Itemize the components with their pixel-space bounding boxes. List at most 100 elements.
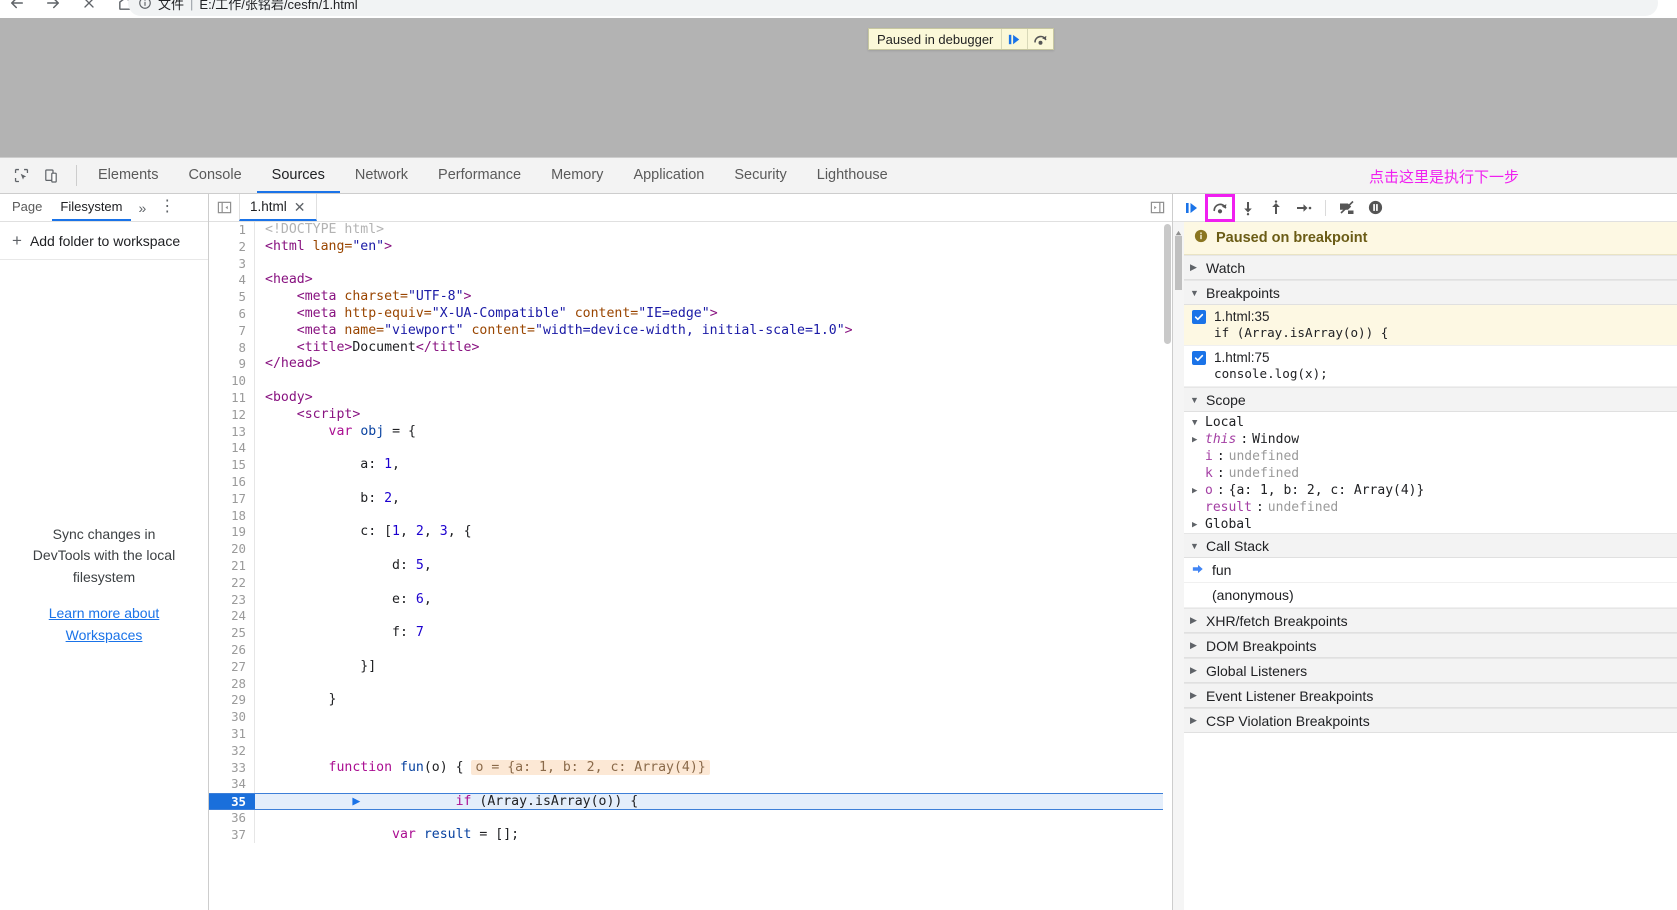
line-content[interactable]	[255, 541, 1163, 558]
line-content[interactable]: function fun(o) { o = {a: 1, b: 2, c: Ar…	[255, 759, 1163, 777]
line-number[interactable]: 15	[209, 457, 255, 474]
resume-script-execution-button[interactable]	[1179, 196, 1205, 220]
section-watch[interactable]: ▶ Watch	[1184, 255, 1677, 280]
line-number[interactable]: 20	[209, 541, 255, 558]
tab-security[interactable]: Security	[719, 158, 801, 193]
line-content[interactable]: ▶ if (Array.isArray(o)) {	[255, 794, 1163, 809]
learn-more-line1[interactable]: Learn more about	[49, 605, 160, 621]
editor-scrollbar-thumb[interactable]	[1164, 224, 1171, 344]
line-number[interactable]: 33	[209, 759, 255, 777]
line-content[interactable]	[255, 474, 1163, 491]
line-number[interactable]: 26	[209, 641, 255, 659]
code-line[interactable]: 11 <body>	[209, 389, 1163, 407]
line-number[interactable]: 31	[209, 725, 255, 743]
code-line[interactable]: 24	[209, 608, 1163, 626]
line-content[interactable]: }	[255, 692, 1163, 709]
code-lines[interactable]: 1 <!DOCTYPE html> 2 <html lang="en"> 3 4 <head…	[209, 222, 1163, 910]
breakpoint-item[interactable]: 1.html:35 if (Array.isArray(o)) {	[1184, 305, 1677, 346]
chevron-right-icon[interactable]: ▶	[1192, 486, 1201, 496]
line-content[interactable]	[255, 810, 1163, 827]
line-content[interactable]: c: [1, 2, 3, {	[255, 524, 1163, 541]
line-content[interactable]	[255, 373, 1163, 390]
line-number[interactable]: 11	[209, 389, 255, 407]
code-line[interactable]: 26	[209, 641, 1163, 659]
code-line[interactable]: 6 <meta http-equiv="X-UA-Compatible" con…	[209, 305, 1163, 323]
scope-variable-row[interactable]: k: undefined	[1184, 465, 1677, 482]
line-number[interactable]: 19	[209, 524, 255, 542]
section-xhr-fetch-breakpoints[interactable]: ▶ XHR/fetch Breakpoints	[1184, 608, 1677, 633]
code-line[interactable]: 1 <!DOCTYPE html>	[209, 222, 1163, 239]
code-line[interactable]: 5 <meta charset="UTF-8">	[209, 289, 1163, 306]
line-number[interactable]: 17	[209, 490, 255, 508]
navigator-tab-filesystem[interactable]: Filesystem	[52, 195, 131, 221]
forward-icon[interactable]	[42, 0, 64, 14]
navigator-tab-page[interactable]: Page	[4, 195, 50, 221]
stop-icon[interactable]	[78, 0, 100, 14]
code-line[interactable]: 23 e: 6,	[209, 591, 1163, 609]
line-content[interactable]	[255, 776, 1163, 793]
scope-global-group[interactable]: ▶ Global	[1184, 516, 1677, 533]
tab-memory[interactable]: Memory	[536, 158, 618, 193]
device-toolbar-icon[interactable]	[38, 163, 64, 189]
line-number[interactable]: 25	[209, 625, 255, 642]
line-content[interactable]: <body>	[255, 390, 1163, 407]
code-line[interactable]: 34	[209, 776, 1163, 794]
code-line[interactable]: 20	[209, 541, 1163, 558]
section-scope[interactable]: ▼ Scope	[1184, 387, 1677, 412]
code-editor[interactable]: 1 <!DOCTYPE html> 2 <html lang="en"> 3 4 <head…	[209, 222, 1172, 910]
line-number[interactable]: 6	[209, 305, 255, 323]
more-options-icon[interactable]: ⋮	[153, 199, 181, 215]
line-content[interactable]	[255, 709, 1163, 726]
close-icon[interactable]: ✕	[294, 200, 306, 214]
line-number[interactable]: 2	[209, 238, 255, 256]
scope-variable-row[interactable]: i: undefined	[1184, 448, 1677, 465]
code-line[interactable]: 8 <title>Document</title>	[209, 339, 1163, 357]
chevron-double-right-icon[interactable]: »	[133, 200, 152, 216]
line-content[interactable]: a: 1,	[255, 457, 1163, 474]
line-content[interactable]	[255, 743, 1163, 760]
line-content[interactable]: var result = [];	[255, 827, 1163, 844]
scope-variable-row[interactable]: ▶ this: Window	[1184, 431, 1677, 448]
section-global-listeners[interactable]: ▶ Global Listeners	[1184, 658, 1677, 683]
line-content[interactable]	[255, 726, 1163, 743]
line-number[interactable]: 5	[209, 289, 255, 306]
step-out-of-current-function-button[interactable]	[1263, 196, 1289, 220]
line-number[interactable]: 34	[209, 776, 255, 794]
code-line[interactable]: 29 }	[209, 692, 1163, 710]
line-number[interactable]: 16	[209, 473, 255, 491]
line-number[interactable]: 27	[209, 658, 255, 676]
code-line[interactable]: 37 var result = [];	[209, 826, 1163, 844]
line-content[interactable]	[255, 508, 1163, 525]
add-folder-to-workspace-button[interactable]: + Add folder to workspace	[0, 222, 208, 260]
back-icon[interactable]	[6, 0, 28, 14]
line-content[interactable]	[255, 676, 1163, 693]
step-button[interactable]	[1291, 196, 1317, 220]
inspect-element-icon[interactable]	[8, 163, 34, 189]
line-content[interactable]: <meta name="viewport" content="width=dev…	[255, 323, 1163, 340]
call-stack-frame[interactable]: (anonymous)	[1184, 583, 1677, 608]
scope-variable-row[interactable]: result: undefined	[1184, 499, 1677, 516]
section-call-stack[interactable]: ▼ Call Stack	[1184, 533, 1677, 558]
line-number[interactable]: 1	[209, 222, 255, 239]
tab-console[interactable]: Console	[173, 158, 256, 193]
line-content[interactable]: <script>	[255, 407, 1163, 424]
line-number[interactable]: 21	[209, 557, 255, 575]
breakpoint-checkbox[interactable]	[1192, 350, 1206, 365]
sidebar-scrollbar-thumb[interactable]	[1175, 236, 1182, 290]
line-number[interactable]: 36	[209, 809, 255, 827]
line-number[interactable]: 23	[209, 591, 255, 609]
line-content[interactable]: b: 2,	[255, 491, 1163, 508]
editor-scrollbar[interactable]	[1163, 222, 1172, 910]
line-number[interactable]: 30	[209, 709, 255, 726]
line-content[interactable]: </head>	[255, 356, 1163, 373]
line-content[interactable]: d: 5,	[255, 558, 1163, 575]
scope-local-group[interactable]: ▼ Local	[1184, 412, 1677, 431]
line-number[interactable]: 8	[209, 339, 255, 357]
code-line[interactable]: 9 </head>	[209, 356, 1163, 374]
scope-variable-row[interactable]: ▶ o: {a: 1, b: 2, c: Array(4)}	[1184, 482, 1677, 499]
line-content[interactable]: <html lang="en">	[255, 239, 1163, 256]
section-dom-breakpoints[interactable]: ▶ DOM Breakpoints	[1184, 633, 1677, 658]
code-line[interactable]: 33 function fun(o) { o = {a: 1, b: 2, c:…	[209, 759, 1163, 777]
code-line[interactable]: 12 <script>	[209, 406, 1163, 424]
code-line[interactable]: 25 f: 7	[209, 625, 1163, 642]
